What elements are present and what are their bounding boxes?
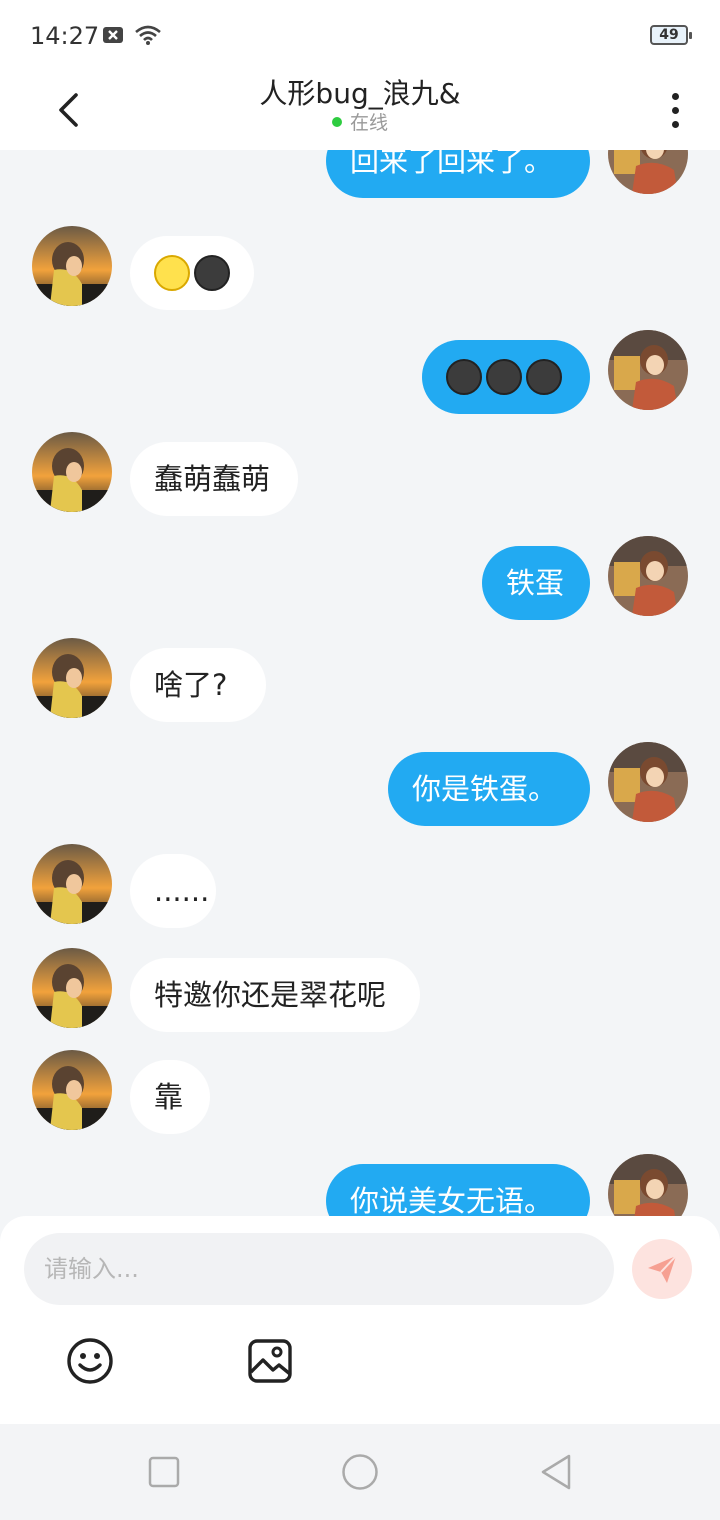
user-avatar[interactable] <box>608 536 688 616</box>
status-icons <box>102 24 162 46</box>
notification-x-icon <box>103 27 123 43</box>
dark-smiling-face-icon <box>486 359 522 395</box>
message-bubble[interactable] <box>422 340 590 414</box>
message-bubble[interactable]: 靠 <box>130 1060 210 1134</box>
chat-area[interactable]: 回来了回来了。蠢萌蠢萌铁蛋啥了? 你是铁蛋。...... 特邀你还是翠花呢靠你说美女… <box>0 150 720 1216</box>
message-input[interactable] <box>24 1233 614 1305</box>
received-message: 靠 <box>0 1050 720 1140</box>
square-icon <box>148 1456 180 1488</box>
received-message: 蠢萌蠢萌 <box>0 432 720 522</box>
back-nav-button[interactable] <box>536 1452 576 1492</box>
triangle-back-icon <box>541 1454 571 1490</box>
contact-avatar[interactable] <box>32 638 112 718</box>
system-navigation-bar <box>0 1424 720 1520</box>
sent-message: 回来了回来了。 <box>0 150 720 204</box>
contact-name: 人形bug_浪九& <box>259 77 461 110</box>
chat-header: 人形bug_浪九& 在线 <box>0 70 720 150</box>
dark-smiling-face-icon <box>194 255 230 291</box>
slightly-smiling-face-icon <box>154 255 190 291</box>
user-avatar[interactable] <box>608 330 688 410</box>
message-bubble[interactable]: 你说美女无语。 <box>326 1164 590 1216</box>
home-button[interactable] <box>340 1452 380 1492</box>
send-button[interactable] <box>632 1239 692 1299</box>
emoji-icon <box>67 1338 113 1384</box>
message-bubble[interactable]: 铁蛋 <box>482 546 590 620</box>
sent-message <box>0 330 720 420</box>
message-bubble[interactable] <box>130 236 254 310</box>
image-button[interactable] <box>245 1336 295 1386</box>
contact-avatar[interactable] <box>32 432 112 512</box>
more-options-button[interactable] <box>660 84 690 136</box>
contact-avatar[interactable] <box>32 844 112 924</box>
battery-indicator: 49 <box>650 25 692 45</box>
message-bubble[interactable]: 蠢萌蠢萌 <box>130 442 298 516</box>
send-icon <box>648 1255 677 1283</box>
received-message: 啥了? <box>0 638 720 728</box>
user-avatar[interactable] <box>608 742 688 822</box>
user-avatar[interactable] <box>608 1154 688 1216</box>
status-time: 14:27 <box>30 22 100 50</box>
composer-panel <box>0 1216 720 1424</box>
received-message: 特邀你还是翠花呢 <box>0 948 720 1038</box>
sent-message: 你是铁蛋。 <box>0 742 720 832</box>
received-message <box>0 226 720 316</box>
contact-avatar[interactable] <box>32 226 112 306</box>
message-bubble[interactable]: 回来了回来了。 <box>326 150 590 198</box>
status-bar: 14:27 49 <box>0 0 720 70</box>
sent-message: 铁蛋 <box>0 536 720 626</box>
user-avatar[interactable] <box>608 150 688 194</box>
contact-avatar[interactable] <box>32 948 112 1028</box>
wifi-icon <box>135 25 161 45</box>
more-vertical-icon <box>671 92 679 100</box>
received-message: ...... <box>0 844 720 934</box>
dark-smiling-face-icon <box>446 359 482 395</box>
online-dot-icon <box>331 116 342 127</box>
contact-avatar[interactable] <box>32 1050 112 1130</box>
online-status-label: 在线 <box>349 112 388 134</box>
online-status: 在线 <box>0 108 720 135</box>
image-icon <box>248 1339 292 1383</box>
emoji-button[interactable] <box>65 1336 115 1386</box>
message-bubble[interactable]: 特邀你还是翠花呢 <box>130 958 420 1032</box>
circle-icon <box>342 1454 378 1490</box>
sent-message: 你说美女无语。 <box>0 1154 720 1216</box>
message-bubble[interactable]: ...... <box>130 854 216 928</box>
recent-apps-button[interactable] <box>144 1452 184 1492</box>
dark-smiling-face-icon <box>526 359 562 395</box>
message-bubble[interactable]: 啥了? <box>130 648 266 722</box>
message-bubble[interactable]: 你是铁蛋。 <box>388 752 590 826</box>
